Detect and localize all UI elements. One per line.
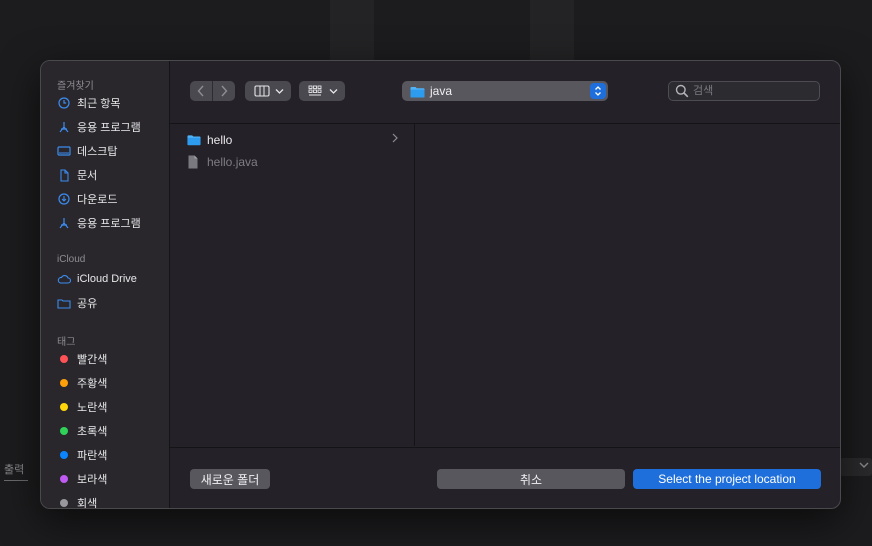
sidebar-item-label: 데스크탑	[77, 146, 118, 158]
file-row-folder[interactable]: hello	[170, 129, 414, 151]
sidebar-item-downloads[interactable]: 다운로드	[57, 189, 117, 209]
sidebar-item-label: 빨간색	[77, 354, 108, 366]
navigation-buttons	[190, 81, 235, 101]
sidebar-item-label: 공유	[77, 298, 98, 310]
select-location-button[interactable]: Select the project location	[633, 469, 821, 489]
toolbar: java	[170, 61, 840, 124]
chevron-left-icon	[197, 85, 204, 97]
tag-color-dot	[60, 355, 68, 363]
sidebar-section-favorites: 즐겨찾기	[57, 81, 94, 92]
tag-color-dot	[60, 379, 68, 387]
download-icon	[57, 192, 71, 206]
columns-view-icon	[254, 85, 270, 97]
sidebar-item-label: 다운로드	[77, 194, 118, 206]
chevron-down-icon	[329, 88, 338, 94]
sidebar-section-tags: 태그	[57, 337, 76, 348]
chevron-down-icon	[858, 460, 870, 473]
document-icon	[187, 155, 201, 169]
sidebar-item-icloud-drive[interactable]: iCloud Drive	[57, 269, 137, 289]
applications-icon	[57, 120, 71, 134]
current-folder-label: java	[430, 84, 453, 98]
document-icon	[57, 168, 71, 182]
background-output-label: 출력	[4, 464, 25, 476]
sidebar-tag-purple[interactable]: 보라색	[57, 469, 107, 489]
chevron-right-icon	[392, 133, 398, 146]
browser-column: hello hello.java	[170, 124, 415, 446]
search-field[interactable]	[668, 81, 820, 101]
tag-color-dot	[60, 403, 68, 411]
sidebar-section-icloud: iCloud	[57, 254, 86, 265]
sidebar-item-label: 최근 항목	[77, 98, 121, 110]
new-folder-button[interactable]: 새로운 폴더	[190, 469, 270, 489]
applications-icon	[57, 216, 71, 230]
dialog-footer: 새로운 폴더 취소 Select the project location	[170, 447, 840, 508]
chevron-right-icon	[221, 85, 228, 97]
sidebar-item-recents[interactable]: 최근 항목	[57, 93, 121, 113]
sidebar-item-shared[interactable]: 공유	[57, 293, 97, 313]
sidebar-item-label: 응용 프로그램	[77, 218, 141, 230]
sidebar-item-label: 노란색	[77, 402, 108, 414]
sidebar-item-applications-2[interactable]: 응용 프로그램	[57, 213, 141, 233]
grid-icon	[308, 85, 322, 96]
sidebar-item-label: 초록색	[77, 426, 108, 438]
sidebar-item-label: 응용 프로그램	[77, 122, 141, 134]
forward-button[interactable]	[213, 81, 235, 101]
tag-color-dot	[60, 427, 68, 435]
search-input[interactable]	[693, 82, 813, 100]
sidebar-tag-red[interactable]: 빨간색	[57, 349, 107, 369]
file-browser: hello hello.java	[170, 124, 840, 446]
folder-icon	[410, 85, 425, 103]
file-row-file[interactable]: hello.java	[170, 151, 414, 173]
updown-chevron-icon	[590, 83, 606, 99]
cancel-button[interactable]: 취소	[437, 469, 625, 489]
desktop-icon	[57, 144, 71, 158]
sidebar-tag-green[interactable]: 초록색	[57, 421, 107, 441]
sidebar-tag-yellow[interactable]: 노란색	[57, 397, 107, 417]
search-icon	[675, 84, 689, 103]
sidebar-item-label: 보라색	[77, 474, 108, 486]
sidebar-item-label: 주황색	[77, 378, 108, 390]
background-divider	[4, 480, 28, 481]
group-by-button[interactable]	[299, 81, 345, 101]
folder-icon	[187, 133, 201, 147]
clock-icon	[57, 96, 71, 110]
sidebar-item-label: 회색	[77, 498, 98, 509]
sidebar-item-label: 파란색	[77, 450, 108, 462]
background-logo	[330, 0, 600, 60]
tag-color-dot	[60, 475, 68, 483]
cloud-icon	[57, 272, 71, 286]
file-name: hello.java	[207, 155, 258, 169]
chevron-down-icon	[275, 88, 284, 94]
sidebar-tag-gray[interactable]: 회색	[57, 493, 98, 509]
shared-folder-icon	[57, 296, 71, 310]
sidebar-item-label: 문서	[77, 170, 98, 182]
open-panel-dialog: 즐겨찾기 최근 항목 응용 프로그램 데스크탑 문서 다운로드 응용 프로그램 …	[40, 60, 841, 509]
back-button[interactable]	[190, 81, 212, 101]
sidebar-tag-blue[interactable]: 파란색	[57, 445, 107, 465]
sidebar-item-applications[interactable]: 응용 프로그램	[57, 117, 141, 137]
tag-color-dot	[60, 451, 68, 459]
location-popup[interactable]: java	[402, 81, 608, 101]
file-name: hello	[207, 133, 233, 147]
view-mode-button[interactable]	[245, 81, 291, 101]
sidebar-tag-orange[interactable]: 주황색	[57, 373, 107, 393]
tag-color-dot	[60, 499, 68, 507]
sidebar: 즐겨찾기 최근 항목 응용 프로그램 데스크탑 문서 다운로드 응용 프로그램 …	[41, 61, 170, 508]
sidebar-item-desktop[interactable]: 데스크탑	[57, 141, 117, 161]
sidebar-item-documents[interactable]: 문서	[57, 165, 97, 185]
sidebar-item-label: iCloud Drive	[77, 273, 137, 285]
